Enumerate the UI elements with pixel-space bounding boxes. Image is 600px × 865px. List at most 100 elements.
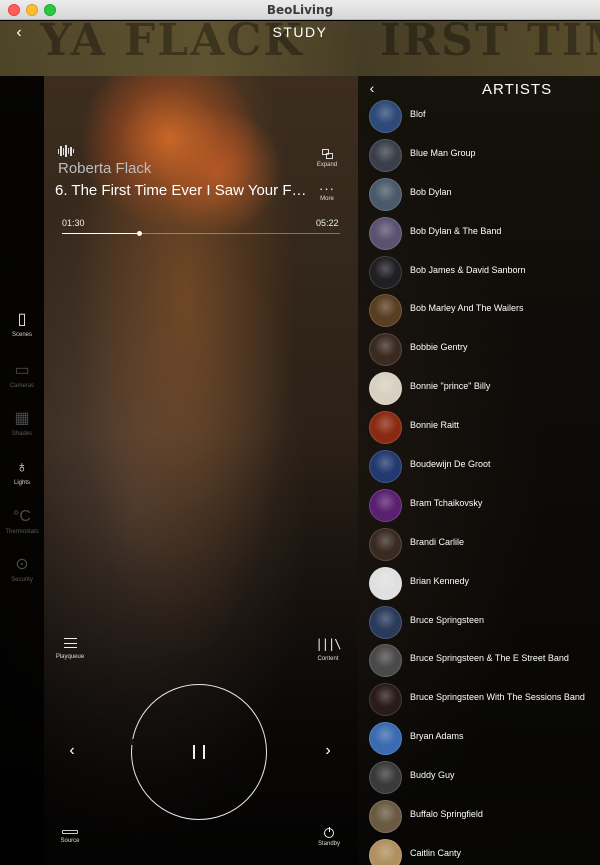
artist-name: Blue Man Group — [410, 147, 476, 158]
total-time: 05:22 — [316, 218, 339, 228]
artist-name: Bruce Springsteen — [410, 614, 485, 625]
artist-avatar — [369, 605, 402, 639]
close-window-button[interactable] — [8, 4, 20, 16]
artist-list-item[interactable]: Bruce Springsteen With The Sessions Band — [358, 680, 600, 719]
artist-avatar — [369, 333, 402, 367]
playqueue-icon — [63, 638, 77, 648]
artist-list-item[interactable]: Boudewijn De Groot — [358, 447, 600, 486]
source-label: Source — [60, 838, 80, 844]
playqueue-label: Playqueue — [55, 654, 85, 660]
artist-avatar — [369, 411, 402, 445]
artist-list-item[interactable]: Buffalo Springfield — [358, 797, 600, 836]
artist-name: Brandi Carlile — [410, 536, 465, 547]
content-button[interactable]: |||\ Content — [312, 638, 344, 662]
lock-icon: ⊙ — [15, 556, 29, 573]
artist-name: Bruce Springsteen & The E Street Band — [410, 653, 569, 664]
artist-name: Caitlin Canty — [410, 847, 462, 858]
rail-label: Cameras — [9, 383, 35, 389]
shades-icon: ▦ — [14, 410, 30, 427]
artist-name: Bob James & David Sanborn — [410, 264, 526, 275]
artist-name: Bram Tchaikovsky — [410, 497, 483, 508]
artist-list-item[interactable]: Buddy Guy — [358, 758, 600, 797]
artist-avatar — [369, 372, 402, 406]
artist-name: Bob Marley And The Wailers — [410, 303, 524, 314]
elapsed-time: 01:30 — [62, 218, 85, 228]
window-titlebar: BeoLiving — [0, 0, 600, 20]
standby-button[interactable]: Standby — [314, 827, 344, 847]
rail-item-shades[interactable]: ▦ Shades — [0, 410, 44, 438]
playqueue-button[interactable]: Playqueue — [52, 638, 88, 660]
rail-label: Thermostats — [5, 529, 39, 535]
artist-avatar — [369, 838, 402, 865]
pause-icon[interactable] — [193, 745, 205, 759]
phone-icon: ▯ — [17, 311, 27, 328]
artist-list-item[interactable]: Bob Dylan — [358, 175, 600, 214]
now-playing-track: 6. The First Time Ever I Saw Your Face — [55, 182, 313, 199]
artist-avatar — [369, 800, 402, 834]
previous-track-icon[interactable]: ‹ — [64, 742, 80, 760]
minimize-window-button[interactable] — [26, 4, 38, 16]
artist-name: Bob Dylan & The Band — [410, 225, 502, 236]
rail-label: Shades — [11, 431, 33, 437]
artist-name: Bruce Springsteen With The Sessions Band — [410, 692, 585, 703]
artist-list-item[interactable]: Caitlin Canty — [358, 836, 600, 865]
artist-avatar — [369, 255, 402, 289]
artist-avatar — [369, 527, 402, 561]
now-playing-artist: Roberta Flack — [58, 160, 152, 177]
rail-item-scenes[interactable]: ▯ Scenes — [0, 311, 44, 339]
audio-wave-icon — [58, 145, 74, 157]
power-icon — [324, 827, 334, 838]
progress-slider[interactable] — [62, 231, 340, 236]
artist-list-item[interactable]: Brian Kennedy — [358, 564, 600, 603]
artist-avatar — [369, 644, 402, 678]
artist-name: Bonnie Raitt — [410, 420, 460, 431]
artist-list-item[interactable]: Bram Tchaikovsky — [358, 486, 600, 525]
rail-label: Security — [11, 577, 33, 583]
artist-name: Bobbie Gentry — [410, 342, 468, 353]
artist-avatar — [369, 138, 402, 172]
artist-list-item[interactable]: Blof — [358, 97, 600, 136]
rail-item-lights[interactable]: ♁ Lights — [0, 459, 44, 487]
artists-back-icon[interactable]: ‹ — [366, 80, 378, 96]
artist-list-item[interactable]: Bonnie "prince" Billy — [358, 369, 600, 408]
maximize-window-button[interactable] — [44, 4, 56, 16]
rail-item-cameras[interactable]: ▭ Cameras — [0, 363, 44, 390]
artist-name: Buffalo Springfield — [410, 809, 483, 820]
artist-avatar — [369, 294, 402, 328]
bulb-icon: ♁ — [16, 459, 28, 476]
rail-item-security[interactable]: ⊙ Security — [0, 556, 44, 584]
artist-list-item[interactable]: Bonnie Raitt — [358, 408, 600, 447]
artist-list-item[interactable]: Bob James & David Sanborn — [358, 253, 600, 292]
artist-name: Brian Kennedy — [410, 575, 470, 586]
expand-icon — [321, 149, 333, 159]
source-button[interactable]: Source — [54, 830, 86, 844]
expand-button[interactable]: Expand — [312, 149, 342, 168]
room-title: STUDY — [272, 24, 328, 40]
progress-fill — [62, 233, 140, 234]
artist-avatar — [369, 722, 402, 756]
artist-list-item[interactable]: Blue Man Group — [358, 136, 600, 175]
content-label: Content — [317, 656, 339, 662]
artist-list-item[interactable]: Bob Dylan & The Band — [358, 214, 600, 253]
expand-label: Expand — [316, 162, 338, 168]
volume-wheel-marker — [130, 739, 134, 745]
artist-list-item[interactable]: Bob Marley And The Wailers — [358, 291, 600, 330]
rail-label: Lights — [13, 480, 30, 486]
artist-list-item[interactable]: Bobbie Gentry — [358, 330, 600, 369]
more-label: More — [320, 196, 334, 202]
window-title: BeoLiving — [266, 2, 334, 17]
artist-list-item[interactable]: Brandi Carlile — [358, 525, 600, 564]
next-track-icon[interactable]: › — [320, 742, 336, 760]
artist-list: Blof Blue Man Group Bob Dylan Bob Dylan & T… — [358, 97, 600, 865]
artist-name: Bob Dylan — [410, 186, 452, 197]
artist-list-item[interactable]: Bruce Springsteen — [358, 603, 600, 642]
artist-avatar — [369, 177, 402, 211]
artist-list-item[interactable]: Bruce Springsteen & The E Street Band — [358, 641, 600, 680]
more-button[interactable]: ··· More — [314, 182, 340, 202]
artist-avatar — [369, 216, 402, 250]
rail-item-thermostats[interactable]: °C Thermostats — [0, 509, 44, 536]
artist-name: Bryan Adams — [410, 731, 464, 742]
artist-name: Bonnie "prince" Billy — [410, 381, 491, 392]
artist-name: Buddy Guy — [410, 770, 455, 781]
artist-list-item[interactable]: Bryan Adams — [358, 719, 600, 758]
